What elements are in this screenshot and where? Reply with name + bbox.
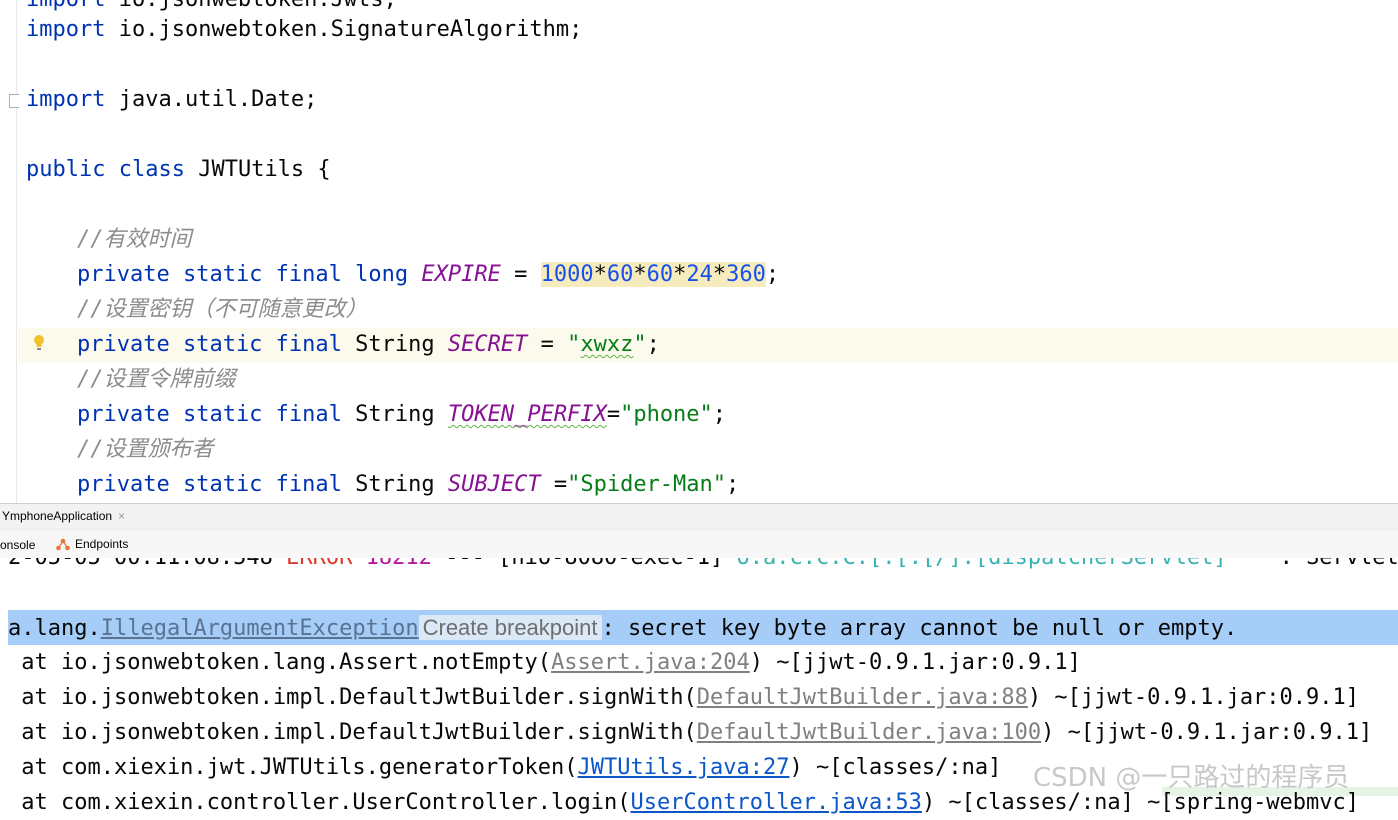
tab-console[interactable]: onsole (0, 538, 35, 552)
import-path: io.jsonwebtoken.SignatureAlgorithm; (105, 17, 583, 42)
modifier-keywords: private static final (77, 472, 342, 497)
code-line-subject[interactable]: private static final String SUBJECT ="Sp… (77, 467, 739, 502)
string-literal: "Spider-Man" (567, 472, 727, 497)
operator: * (593, 262, 607, 287)
import-path: io.jsonwebtoken.Jwts; (105, 0, 397, 12)
exception-line[interactable]: a.lang.IllegalArgumentException Create br… (8, 610, 1237, 645)
semicolon: ; (712, 402, 727, 427)
import-keyword: import (26, 87, 106, 112)
frame-method: at io.jsonwebtoken.impl.DefaultJwtBuilde… (8, 720, 697, 745)
stack-frame-4[interactable]: at com.xiexin.jwt.JWTUtils.generatorToke… (8, 750, 1001, 785)
stack-frame-3[interactable]: at io.jsonwebtoken.impl.DefaultJwtBuilde… (8, 715, 1372, 750)
constant-name: SECRET (447, 332, 528, 357)
type-name: String (341, 402, 448, 427)
close-icon[interactable]: × (118, 509, 125, 523)
stack-frame-2[interactable]: at io.jsonwebtoken.impl.DefaultJwtBuilde… (8, 680, 1359, 715)
frame-jar: ) ~[classes/:na] (789, 755, 1002, 780)
frame-source-link[interactable]: UserController.java:53 (631, 790, 922, 815)
run-toolbar: onsole Endpoints (0, 531, 1398, 559)
import-keyword: import (26, 17, 106, 42)
stack-frame-1[interactable]: at io.jsonwebtoken.lang.Assert.notEmpty(… (8, 645, 1081, 680)
frame-source-link[interactable]: DefaultJwtBuilder.java:100 (697, 720, 1041, 745)
create-breakpoint-button[interactable]: Create breakpoint (418, 615, 602, 640)
endpoints-label: Endpoints (75, 537, 129, 551)
number-literal: 1000 (540, 262, 594, 287)
comment-secret[interactable]: //设置密钥（不可随意更改） (77, 292, 368, 327)
gutter-divider (16, 0, 17, 503)
class-keyword: class (118, 157, 185, 182)
semicolon: ; (726, 472, 740, 497)
string-literal: xwxz (580, 332, 634, 357)
assign-operator: = (540, 472, 568, 497)
run-tab-label: YmphoneApplication (2, 509, 113, 523)
code-line-class-decl[interactable]: public class JWTUtils { (26, 152, 331, 187)
import-path: java.util.Date; (105, 87, 318, 112)
quote: " (567, 332, 581, 357)
csdn-watermark: CSDN @一只路过的程序员 (1033, 763, 1350, 793)
comment-token[interactable]: //设置令牌前缀 (77, 362, 236, 397)
code-line-token[interactable]: private static final String TOKEN_PERFIX… (77, 397, 726, 432)
assign-operator: = (500, 262, 541, 287)
code-line-secret[interactable]: private static final String SECRET = "xw… (77, 327, 660, 362)
fold-marker-icon[interactable] (9, 94, 19, 108)
operator: * (712, 262, 727, 287)
endpoints-icon (56, 538, 70, 550)
frame-method: at com.xiexin.controller.UserController.… (8, 790, 631, 815)
operator: * (673, 262, 687, 287)
class-name: JWTUtils { (184, 157, 331, 182)
run-tab-bar: YmphoneApplication × (0, 503, 1398, 532)
assign-operator: = (527, 332, 568, 357)
exception-class-link[interactable]: IllegalArgumentException (101, 616, 419, 641)
operator: * (633, 262, 647, 287)
code-line-import-date[interactable]: import java.util.Date; (26, 82, 317, 117)
modifier-keywords: private static final long (77, 262, 409, 287)
type-name: String (341, 472, 448, 497)
frame-source-link[interactable]: DefaultJwtBuilder.java:88 (697, 685, 1028, 710)
comment-subject[interactable]: //设置颁布者 (77, 432, 214, 467)
frame-method: at io.jsonwebtoken.impl.DefaultJwtBuilde… (8, 685, 697, 710)
modifier-keywords: private static final (77, 402, 342, 427)
number-literal: 60 (646, 262, 674, 287)
code-line-import-signature[interactable]: import io.jsonwebtoken.SignatureAlgorith… (26, 12, 582, 47)
string-literal: "phone" (620, 402, 713, 427)
number-literal: 24 (686, 262, 713, 287)
tab-endpoints[interactable]: Endpoints (56, 537, 128, 551)
code-line-expire[interactable]: private static final long EXPIRE = 1000*… (77, 257, 779, 292)
type-name: String (341, 332, 448, 357)
exception-package: a.lang. (8, 616, 101, 641)
constant-name: TOKEN_PERFIX (447, 402, 607, 427)
modifier-keywords: private static final (77, 332, 342, 357)
frame-method: at com.xiexin.jwt.JWTUtils.generatorToke… (8, 755, 578, 780)
code-editor[interactable]: import io.jsonwebtoken.Jwts; import io.j… (0, 0, 1398, 503)
number-literal: 60 (606, 262, 634, 287)
frame-jar: ) ~[jjwt-0.9.1.jar:0.9.1] (749, 650, 1081, 675)
constant-name: EXPIRE (421, 262, 501, 287)
run-tab-ymphone[interactable]: YmphoneApplication × (2, 509, 125, 523)
public-keyword: public (26, 157, 106, 182)
frame-source-link[interactable]: JWTUtils.java:27 (578, 755, 790, 780)
semicolon: ; (646, 332, 660, 357)
exception-message: : secret key byte array cannot be null o… (601, 616, 1238, 641)
number-literal: 360 (726, 262, 766, 287)
assign-operator: = (606, 402, 621, 427)
lightbulb-icon[interactable] (32, 334, 46, 352)
frame-method: at io.jsonwebtoken.lang.Assert.notEmpty( (8, 650, 552, 675)
import-keyword: import (26, 0, 105, 12)
constant-name: SUBJECT (447, 472, 541, 497)
expression-highlight: 1000*60*60*24*360 (540, 262, 766, 287)
frame-jar: ) ~[jjwt-0.9.1.jar:0.9.1] (1027, 685, 1360, 710)
frame-jar: ) ~[jjwt-0.9.1.jar:0.9.1] (1041, 720, 1373, 745)
frame-source-link[interactable]: Assert.java:204 (551, 650, 750, 675)
semicolon: ; (765, 262, 780, 287)
quote: " (633, 332, 647, 357)
comment-expire[interactable]: //有效时间 (77, 222, 192, 257)
